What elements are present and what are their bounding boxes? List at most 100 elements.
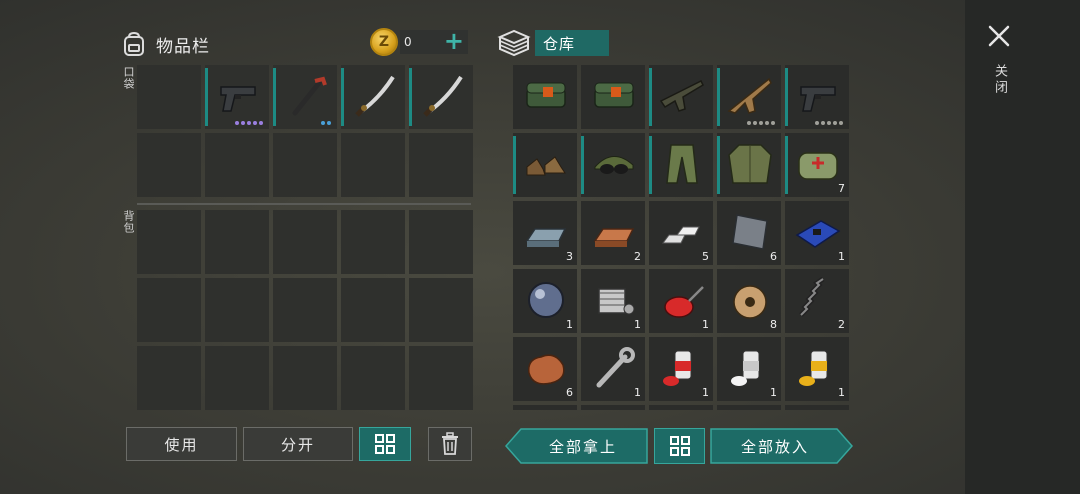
storage-slot[interactable]: 2 bbox=[785, 269, 849, 333]
backpack-slot[interactable] bbox=[273, 346, 337, 410]
pocket-slot[interactable] bbox=[205, 65, 269, 129]
close-label[interactable]: 关闭 bbox=[990, 64, 1009, 96]
right-panel-background bbox=[965, 0, 1080, 494]
storage-slot[interactable]: 2 bbox=[581, 201, 645, 265]
storage-slot[interactable] bbox=[717, 65, 781, 129]
storage-slot[interactable]: 1 bbox=[513, 269, 577, 333]
backpack-slot[interactable] bbox=[205, 278, 269, 342]
backpack-slot[interactable] bbox=[341, 346, 405, 410]
quality-dot bbox=[771, 121, 775, 125]
storage-slot[interactable] bbox=[785, 405, 849, 410]
pocket-slot[interactable] bbox=[409, 65, 473, 129]
storage-slot[interactable]: 7 bbox=[785, 133, 849, 197]
storage-slot[interactable] bbox=[717, 405, 781, 410]
metal-plate-icon bbox=[732, 214, 768, 250]
backpack-slot[interactable] bbox=[273, 278, 337, 342]
pistol-icon bbox=[220, 86, 256, 112]
storage-header: 仓库 bbox=[497, 26, 609, 60]
backpack-slot[interactable] bbox=[273, 210, 337, 274]
backpack-slot[interactable] bbox=[341, 278, 405, 342]
camo-pants-icon bbox=[666, 144, 698, 184]
storage-slot[interactable] bbox=[717, 133, 781, 197]
storage-slot[interactable] bbox=[581, 65, 645, 129]
storage-slot[interactable]: 1 bbox=[649, 269, 713, 333]
engine-icon bbox=[598, 288, 635, 315]
split-button[interactable]: 分开 bbox=[243, 427, 353, 461]
storage-slot[interactable]: 1 bbox=[581, 337, 645, 401]
storage-slot[interactable]: 6 bbox=[513, 337, 577, 401]
storage-slot[interactable] bbox=[785, 65, 849, 129]
circuit-board-icon bbox=[795, 220, 841, 248]
pocket-slot[interactable] bbox=[341, 133, 405, 197]
storage-slot[interactable] bbox=[581, 133, 645, 197]
pocket-slot[interactable] bbox=[137, 65, 201, 129]
storage-slot[interactable] bbox=[649, 65, 713, 129]
discard-button[interactable] bbox=[428, 427, 472, 461]
equipped-marker bbox=[649, 136, 652, 194]
backpack-slot[interactable] bbox=[409, 210, 473, 274]
storage-slot[interactable]: 1 bbox=[717, 337, 781, 401]
item-count: 1 bbox=[770, 386, 777, 399]
backpack-slot[interactable] bbox=[205, 210, 269, 274]
assault-rifle-icon bbox=[659, 79, 704, 112]
backpack-slot[interactable] bbox=[137, 210, 201, 274]
coin-icon: Z bbox=[370, 28, 398, 56]
item-count: 1 bbox=[702, 386, 709, 399]
medkit-icon bbox=[798, 152, 838, 180]
backpack-slot[interactable] bbox=[409, 346, 473, 410]
storage-slot[interactable]: 3 bbox=[513, 201, 577, 265]
storage-slot[interactable] bbox=[581, 405, 645, 410]
equipped-marker bbox=[341, 68, 344, 126]
copper-ingot-icon bbox=[593, 228, 635, 247]
storage-slot[interactable]: 8 bbox=[717, 269, 781, 333]
item-count: 5 bbox=[702, 250, 709, 263]
storage-slot[interactable] bbox=[513, 133, 577, 197]
pocket-slot[interactable] bbox=[273, 65, 337, 129]
pocket-slot[interactable] bbox=[205, 133, 269, 197]
storage-tab[interactable]: 仓库 bbox=[535, 30, 609, 56]
close-icon[interactable] bbox=[987, 24, 1011, 48]
quality-dot bbox=[827, 121, 831, 125]
paint-white-icon bbox=[731, 350, 760, 386]
add-coins-button[interactable]: + bbox=[444, 28, 464, 54]
coin-display: Z 0 + bbox=[370, 28, 468, 56]
item-count: 2 bbox=[838, 318, 845, 331]
equipped-marker bbox=[581, 136, 584, 194]
storage-slot[interactable] bbox=[513, 405, 577, 410]
storage-slot[interactable]: 1 bbox=[581, 269, 645, 333]
quality-dot bbox=[259, 121, 263, 125]
storage-slot[interactable] bbox=[513, 65, 577, 129]
sort-storage-button[interactable] bbox=[654, 428, 705, 464]
pocket-slot[interactable] bbox=[341, 65, 405, 129]
pocket-slot[interactable] bbox=[137, 133, 201, 197]
storage-slot[interactable]: 1 bbox=[785, 337, 849, 401]
storage-slot[interactable]: 1 bbox=[785, 201, 849, 265]
storage-slot[interactable] bbox=[649, 133, 713, 197]
item-count: 7 bbox=[838, 182, 845, 195]
take-all-button[interactable]: 全部拿上 bbox=[520, 429, 646, 463]
use-button[interactable]: 使用 bbox=[126, 427, 237, 461]
put-all-button[interactable]: 全部放入 bbox=[711, 429, 839, 463]
storage-slot[interactable]: 1 bbox=[649, 337, 713, 401]
item-count: 1 bbox=[838, 386, 845, 399]
storage-slot[interactable]: 6 bbox=[717, 201, 781, 265]
backpack-slot[interactable] bbox=[205, 346, 269, 410]
backpack-slot[interactable] bbox=[137, 278, 201, 342]
inventory-divider bbox=[137, 203, 471, 205]
coin-count: 0 bbox=[404, 35, 412, 49]
backpack-icon bbox=[124, 31, 144, 56]
storage-slot[interactable] bbox=[649, 405, 713, 410]
sort-inventory-button[interactable] bbox=[359, 427, 411, 461]
backpack-slot[interactable] bbox=[137, 346, 201, 410]
boots-icon bbox=[526, 156, 566, 176]
storage-slot[interactable]: 5 bbox=[649, 201, 713, 265]
quality-dot bbox=[241, 121, 245, 125]
katana-icon bbox=[423, 75, 463, 117]
pocket-slot[interactable] bbox=[409, 133, 473, 197]
katana-icon bbox=[355, 75, 395, 117]
backpack-slot[interactable] bbox=[341, 210, 405, 274]
pocket-slot[interactable] bbox=[273, 133, 337, 197]
backpack-slot[interactable] bbox=[409, 278, 473, 342]
explosive-icon bbox=[526, 82, 566, 108]
quality-dots bbox=[235, 121, 263, 125]
